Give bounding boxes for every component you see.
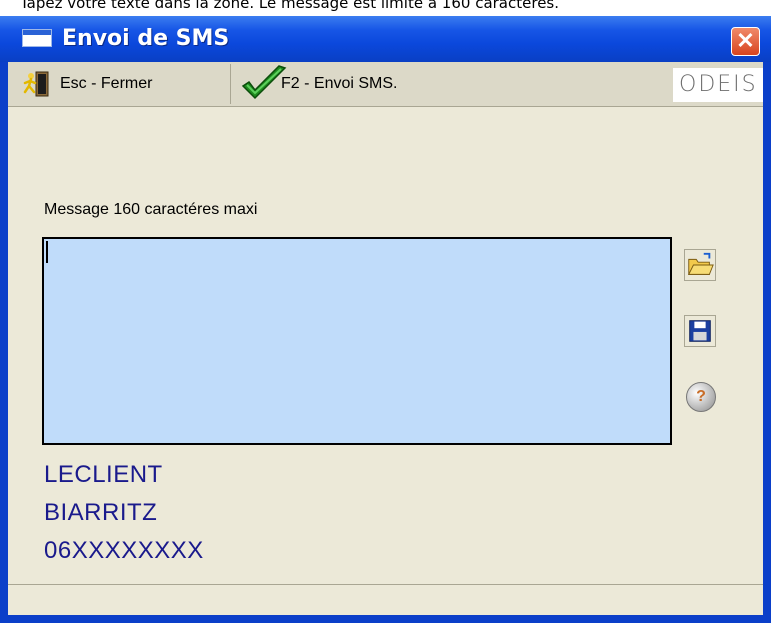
esc-close-label: Esc - Fermer <box>60 75 153 92</box>
window-client-area: Esc - Fermer F2 - Envoi SMS. ODEIS Messa… <box>8 62 763 615</box>
send-sms-label: F2 - Envoi SMS. <box>281 75 398 92</box>
client-name: LECLIENT <box>44 461 163 488</box>
open-file-button[interactable] <box>684 249 716 281</box>
folder-open-icon <box>687 252 714 275</box>
status-bar <box>8 584 763 615</box>
save-file-button[interactable] <box>684 315 716 347</box>
logo-text: ODEIS <box>679 72 758 97</box>
instruction-text: Tapez votre texte dans la zone. Le messa… <box>20 0 560 12</box>
floppy-disk-icon <box>689 320 711 342</box>
title-bar[interactable]: Envoi de SMS ✕ <box>0 16 771 62</box>
message-textarea[interactable] <box>42 237 672 445</box>
sms-window: Envoi de SMS ✕ Esc - Fermer F2 - Envoi S… <box>0 16 771 623</box>
close-button[interactable]: ✕ <box>731 27 760 56</box>
close-toolbar-button[interactable]: Esc - Fermer <box>8 64 231 104</box>
send-sms-button[interactable]: F2 - Envoi SMS. <box>231 64 651 104</box>
text-caret <box>46 241 48 263</box>
toolbar: Esc - Fermer F2 - Envoi SMS. ODEIS <box>8 62 763 107</box>
window-title: Envoi de SMS <box>62 26 230 51</box>
odeis-logo: ODEIS <box>673 68 763 102</box>
message-label: Message 160 caractéres maxi <box>44 201 258 218</box>
help-icon[interactable]: ? <box>686 382 716 412</box>
window-icon <box>22 29 52 47</box>
exit-runner-icon <box>23 71 49 97</box>
client-city: BIARRITZ <box>44 499 158 526</box>
client-phone: 06XXXXXXXX <box>44 537 204 564</box>
